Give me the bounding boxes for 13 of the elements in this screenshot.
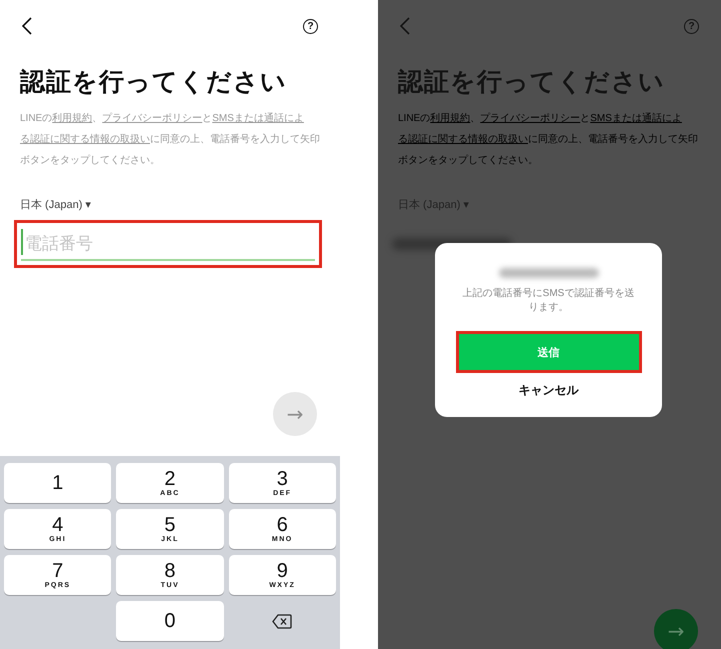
keypad-key[interactable]: 1 [4, 463, 112, 503]
terms-text: LINEの利用規約、プライバシーポリシーと SMSまたは通話によ る認証に関する情報の取扱いに同意の上、電話番号を入力して矢印ボタンをタップしてください。 [20, 112, 320, 168]
phone-field[interactable]: 電話番号 [14, 220, 322, 268]
page-title: 認証を行ってください [398, 67, 666, 98]
back-icon[interactable] [22, 17, 32, 35]
cancel-button[interactable]: キャンセル [512, 381, 584, 400]
country-selector[interactable]: 日本 (Japan) ▾ [20, 197, 340, 212]
keypad-key[interactable]: 0 [116, 601, 224, 641]
page-title: 認証を行ってください [20, 67, 288, 98]
dialog-message: 上記の電話番号にSMSで認証番号を送ります。 [462, 287, 636, 315]
backspace-icon[interactable] [272, 614, 292, 628]
help-icon[interactable]: ? [303, 18, 318, 34]
terms-text: LINEの利用規約、プライバシーポリシーと SMSまたは通話によ る認証に関する情報の取扱いに同意の上、電話番号を入力して矢印ボタンをタップしてください。 [398, 112, 698, 168]
